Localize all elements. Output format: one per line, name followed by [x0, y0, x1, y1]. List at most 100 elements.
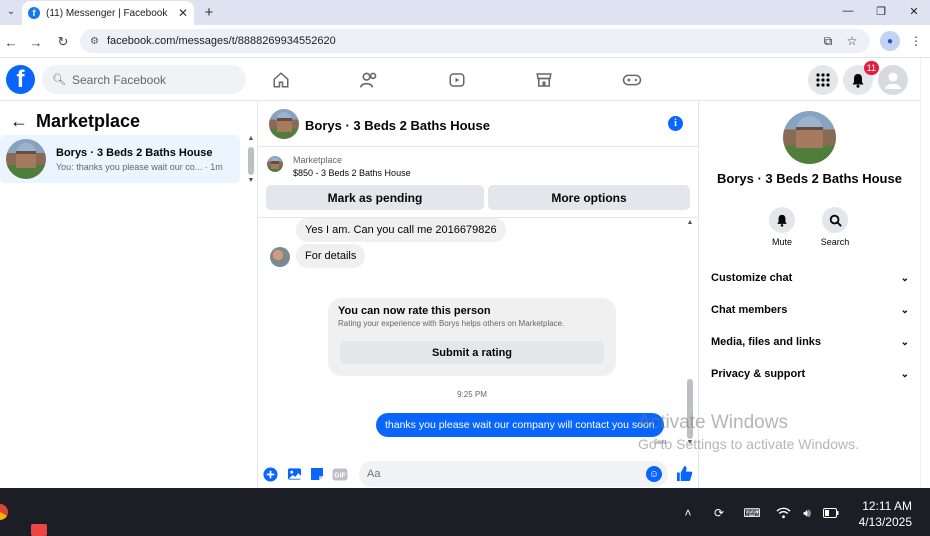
details-avatar[interactable]: [783, 111, 836, 164]
clock-date: 4/13/2025: [858, 515, 912, 529]
scroll-thumb[interactable]: [248, 147, 254, 175]
chat-title[interactable]: Borys · 3 Beds 2 Baths House: [305, 118, 490, 133]
chevron-down-icon: ⌄: [900, 272, 909, 284]
url-bar[interactable]: ⚙ facebook.com/messages/t/88882699345526…: [80, 29, 870, 53]
new-tab-plus-icon[interactable]: +: [199, 2, 219, 22]
rate-person-card: You can now rate this person Rating your…: [328, 298, 616, 376]
account-avatar-icon[interactable]: [878, 65, 908, 95]
plus-circle-icon[interactable]: [262, 466, 278, 482]
chevron-down-icon: ⌄: [900, 368, 909, 380]
search-label: Search: [820, 237, 850, 247]
message-input[interactable]: [367, 468, 637, 480]
scroll-up-icon[interactable]: ▲: [246, 135, 256, 142]
privacy-support-row[interactable]: Privacy & support ⌄: [711, 364, 909, 384]
search-icon: 🔍︎: [52, 74, 66, 86]
customize-chat-row[interactable]: Customize chat ⌄: [711, 268, 909, 288]
sent-message: thanks you please wait our company will …: [376, 413, 664, 437]
tab-close-icon[interactable]: ✕: [178, 6, 188, 20]
page-scrollbar[interactable]: [920, 58, 930, 488]
section-label: Media, files and links: [711, 336, 822, 348]
address-bar-row: ← → ↻ ⚙ facebook.com/messages/t/88882699…: [0, 25, 930, 58]
url-text[interactable]: facebook.com/messages/t/8888269934552620: [107, 35, 336, 47]
facebook-search[interactable]: 🔍︎: [42, 65, 246, 94]
marketplace-nav-icon[interactable]: [522, 66, 566, 94]
rate-card-subtitle: Rating your experience with Borys helps …: [338, 319, 565, 328]
marketplace-listing-strip: Marketplace $850 - 3 Beds 2 Baths House …: [258, 148, 699, 218]
svg-text:GIF: GIF: [334, 472, 346, 479]
window-close-icon[interactable]: ✕: [898, 0, 930, 22]
mute-action[interactable]: Mute: [762, 207, 802, 247]
search-icon[interactable]: [822, 207, 848, 233]
marketplace-label: Marketplace: [293, 155, 343, 165]
chat-avatar[interactable]: [269, 109, 299, 139]
listing-title[interactable]: $850 - 3 Beds 2 Baths House: [293, 168, 411, 178]
volume-icon[interactable]: 🔊︎: [798, 504, 816, 522]
chevron-down-icon: ⌄: [900, 336, 909, 348]
facebook-favicon-icon: f: [28, 7, 40, 19]
listing-thumbnail[interactable]: [267, 156, 283, 172]
windows-taskbar: ˄ ⟳ ⌨ 🔊︎ 12:11 AM 4/13/2025: [0, 488, 930, 536]
browser-menu-icon[interactable]: ⋮: [906, 31, 926, 51]
facebook-logo-icon[interactable]: f: [6, 65, 35, 94]
section-label: Customize chat: [711, 272, 793, 284]
sticker-icon[interactable]: [309, 466, 325, 482]
search-action[interactable]: Search: [815, 207, 855, 247]
reload-icon[interactable]: ↻: [52, 31, 74, 53]
chevron-down-icon: ⌄: [900, 304, 909, 316]
thumbs-up-icon[interactable]: [675, 464, 693, 482]
chat-panel: Borys · 3 Beds 2 Baths House i Marketpla…: [258, 101, 699, 488]
inbox-title: Marketplace: [36, 111, 141, 131]
browser-tab[interactable]: f (11) Messenger | Facebook ✕: [22, 1, 194, 25]
back-arrow-icon[interactable]: ←: [0, 31, 22, 53]
maximize-icon[interactable]: ❐: [865, 0, 897, 22]
activate-windows-title: Activate Windows: [638, 412, 788, 433]
app-taskbar-icon[interactable]: [31, 524, 47, 536]
scroll-down-icon[interactable]: ▼: [246, 177, 256, 184]
photo-icon[interactable]: [286, 466, 302, 482]
conversation-item[interactable]: Borys · 3 Beds 2 Baths House You: thanks…: [0, 135, 240, 183]
more-options-button[interactable]: More options: [488, 185, 690, 210]
friends-nav-icon[interactable]: [347, 66, 391, 94]
emoji-icon[interactable]: ☺: [646, 466, 662, 482]
notifications-bell-icon[interactable]: 11: [843, 61, 879, 95]
conversation-name: Borys · 3 Beds 2 Baths House: [56, 146, 213, 159]
media-files-links-row[interactable]: Media, files and links ⌄: [711, 332, 909, 352]
chrome-taskbar-icon[interactable]: [0, 504, 8, 520]
section-label: Chat members: [711, 304, 788, 316]
clock-time: 12:11 AM: [862, 499, 912, 513]
forward-arrow-icon[interactable]: →: [25, 31, 47, 53]
battery-icon[interactable]: [822, 504, 840, 522]
received-message: For details: [296, 244, 366, 268]
browser-tab-strip: ⌄ f (11) Messenger | Facebook ✕ + — ❐ ✕: [0, 0, 930, 25]
chat-members-row[interactable]: Chat members ⌄: [711, 300, 909, 320]
bookmark-star-icon[interactable]: ☆: [842, 31, 862, 51]
received-message: Yes I am. Can you call me 2016679826: [296, 218, 506, 242]
install-app-icon[interactable]: ⧉: [818, 31, 838, 51]
chevron-up-icon[interactable]: ˄: [679, 504, 697, 522]
mark-pending-button[interactable]: Mark as pending: [266, 185, 484, 210]
back-arrow-icon[interactable]: ←: [10, 111, 28, 132]
menu-grid-icon[interactable]: [808, 65, 838, 95]
home-nav-icon[interactable]: [259, 66, 303, 94]
submit-rating-button[interactable]: Submit a rating: [340, 341, 604, 364]
inbox-scrollbar[interactable]: ▲ ▼: [246, 135, 256, 187]
scroll-up-icon[interactable]: ▲: [685, 219, 695, 226]
rate-card-title: You can now rate this person: [338, 305, 491, 317]
keyboard-icon[interactable]: ⌨: [743, 504, 761, 522]
site-info-icon[interactable]: ⚙: [90, 36, 99, 47]
message-input-box[interactable]: ☺: [359, 461, 668, 487]
gif-icon[interactable]: GIF: [332, 466, 348, 482]
sync-icon[interactable]: ⟳: [710, 504, 728, 522]
wifi-icon[interactable]: [774, 504, 792, 522]
gaming-nav-icon[interactable]: [610, 66, 654, 94]
bell-icon[interactable]: [769, 207, 795, 233]
video-nav-icon[interactable]: [435, 66, 479, 94]
minimize-icon[interactable]: —: [832, 0, 864, 22]
info-icon[interactable]: i: [668, 116, 683, 131]
tab-search-chevron-icon[interactable]: ⌄: [2, 2, 20, 20]
sender-avatar[interactable]: [270, 247, 290, 267]
facebook-search-input[interactable]: [71, 72, 232, 87]
profile-icon[interactable]: ●: [880, 31, 900, 51]
conversation-preview: You: thanks you please wait our co... · …: [56, 161, 223, 172]
taskbar-clock[interactable]: 12:11 AM 4/13/2025: [852, 498, 912, 530]
